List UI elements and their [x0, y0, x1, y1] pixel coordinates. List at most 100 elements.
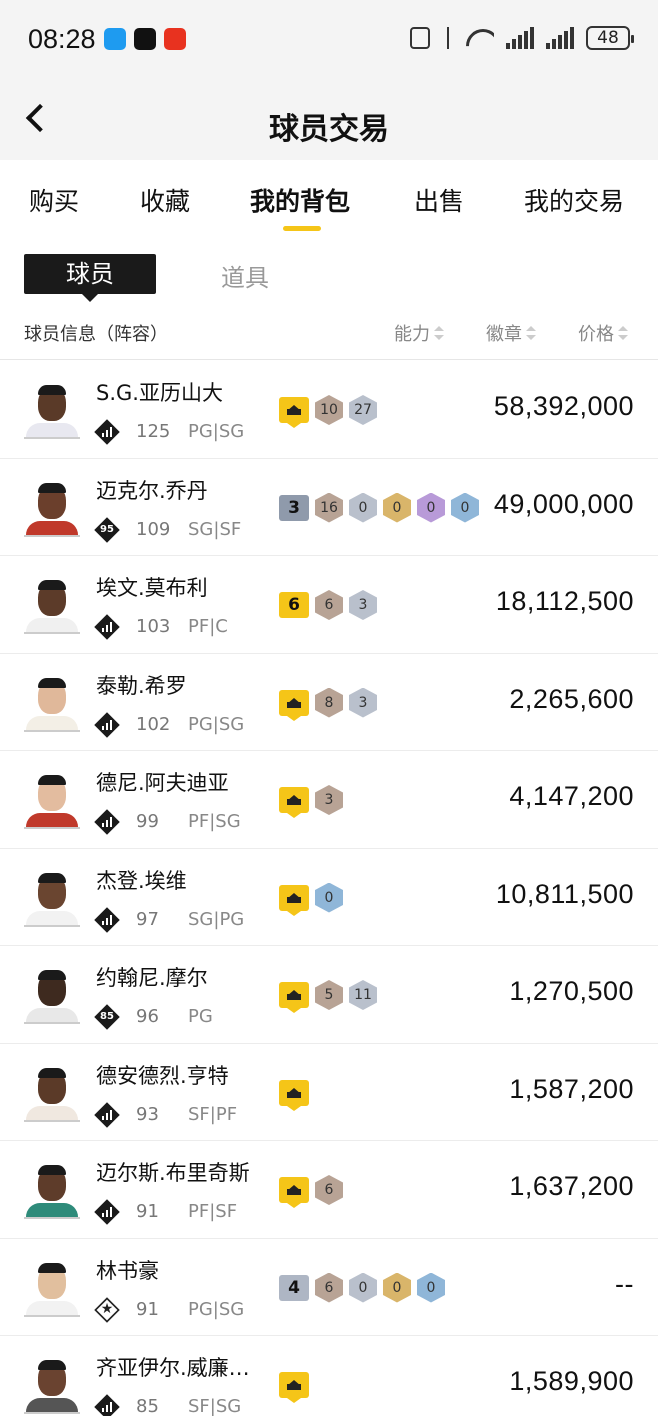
player-row[interactable]: 迈克尔.乔丹 95 109 SG|SF 3 16 0 0 0 0 49,000,000	[0, 459, 658, 556]
avatar	[24, 481, 80, 537]
news-app-icon	[164, 28, 186, 50]
sort-ability-button[interactable]: 能力	[394, 320, 444, 346]
player-name: 杰登.埃维	[96, 868, 187, 893]
player-row[interactable]: 迈尔斯.布里奇斯 91 PF|SF 6 1,637,200	[0, 1141, 658, 1239]
rank-bars-icon	[96, 421, 118, 443]
gold-badge-icon: 0	[383, 1272, 411, 1303]
player-position: PG|SG	[188, 421, 245, 442]
avatar	[24, 1163, 80, 1219]
player-row[interactable]: 德尼.阿夫迪亚 99 PF|SG 3 4,147,200	[0, 751, 658, 849]
signal-icon	[506, 27, 534, 49]
badge-group: 83	[279, 687, 377, 721]
rank-bars-icon	[96, 909, 118, 931]
tab-favorites[interactable]: 收藏	[140, 182, 190, 218]
player-price: 58,392,000	[493, 391, 634, 421]
bluetooth-icon	[442, 27, 454, 49]
rank-bars-icon	[96, 1201, 118, 1223]
sort-icon	[434, 326, 444, 340]
crown-icon	[287, 1380, 301, 1390]
crown-tier-icon	[279, 1372, 309, 1403]
avatar-base	[24, 729, 80, 732]
badge-group: 10 27	[279, 395, 377, 428]
blue-badge-icon: 0	[315, 882, 343, 913]
player-rating: 96	[136, 1006, 159, 1027]
status-bar: 08:28 48	[0, 0, 658, 80]
player-price: 1,589,900	[509, 1366, 634, 1396]
badge-group	[279, 1078, 309, 1111]
sort-icon	[618, 326, 628, 340]
crown-tier-icon	[279, 884, 309, 916]
crown-icon	[287, 892, 301, 903]
avatar-base	[24, 1412, 80, 1414]
avatar-hair	[38, 872, 66, 883]
column-ability: 能力	[394, 324, 430, 345]
bronze-badge-icon: 5	[315, 980, 343, 1010]
bronze-badge-icon: 16	[315, 492, 343, 523]
page-title: 球员交易	[269, 112, 389, 147]
bronze-badge-icon: 10	[315, 395, 343, 425]
silver-badge-icon: 3	[349, 687, 377, 718]
player-rating: 125	[136, 421, 171, 442]
purple-badge-icon: 0	[417, 492, 445, 523]
tier-badge: 6	[279, 592, 309, 618]
player-rating: 93	[136, 1103, 159, 1125]
avatar-hair	[38, 1067, 66, 1078]
player-row[interactable]: 德安德烈.亨特 93 SF|PF 1,587,200	[0, 1044, 658, 1141]
column-badges: 徽章	[486, 324, 522, 345]
avatar-base	[24, 924, 80, 927]
avatar-base	[24, 437, 80, 439]
rank-bars-icon	[96, 811, 118, 833]
subtab-items[interactable]: 道具	[221, 258, 269, 293]
player-list: S.G.亚历山大 125 PG|SG 10 27 58,392,000 迈克尔.乔…	[0, 361, 658, 1416]
player-name: 德尼.阿夫迪亚	[96, 771, 229, 795]
badge-group: 3	[279, 785, 343, 818]
rank-bars-icon	[96, 616, 118, 638]
player-row[interactable]: 林书豪 ★ 91 PG|SG 46000 --	[0, 1239, 658, 1336]
rank-bars-icon	[96, 714, 118, 736]
blue-badge-icon: 0	[417, 1272, 445, 1303]
avatar-hair	[38, 580, 66, 590]
player-price: 1,637,200	[509, 1171, 634, 1201]
avatar	[24, 676, 80, 732]
avatar	[24, 871, 80, 927]
tab-my-trades[interactable]: 我的交易	[524, 182, 624, 218]
column-price: 价格	[578, 324, 614, 345]
avatar-base	[24, 632, 80, 634]
gold-badge-icon: 0	[383, 492, 411, 523]
player-name: 泰勒.希罗	[96, 673, 187, 698]
battery-icon: 48	[586, 26, 634, 50]
subtab-players[interactable]: 球员	[24, 254, 156, 302]
sort-badges-button[interactable]: 徽章	[486, 320, 536, 346]
player-row[interactable]: 约翰尼.摩尔 85 96 PG 5 11 1,270,500	[0, 946, 658, 1044]
player-row[interactable]: 泰勒.希罗 102 PG|SG 83 2,265,600	[0, 654, 658, 751]
sort-price-button[interactable]: 价格	[578, 320, 628, 346]
player-rating: 109	[136, 518, 171, 540]
main-tabs: 购买 收藏 我的背包 出售 我的交易	[0, 160, 658, 240]
tiktok-icon	[134, 28, 156, 50]
tab-sell[interactable]: 出售	[414, 182, 464, 218]
player-price: 49,000,000	[493, 488, 634, 519]
avatar-hair	[38, 1360, 66, 1370]
player-price: 4,147,200	[509, 781, 634, 811]
column-header: 球员信息（阵容） 能力 徽章 价格	[0, 306, 658, 360]
tier-badge: 4	[279, 1274, 309, 1301]
player-row[interactable]: 杰登.埃维 97 SG|PG 0 10,811,500	[0, 849, 658, 946]
signal-icon	[546, 27, 574, 49]
player-row[interactable]: S.G.亚历山大 125 PG|SG 10 27 58,392,000	[0, 361, 658, 459]
rank-number: 85	[100, 1011, 114, 1022]
player-row[interactable]: 齐亚伊尔.威廉… 85 SF|SG 1,589,900	[0, 1336, 658, 1416]
wifi-icon	[466, 27, 494, 49]
tab-buy[interactable]: 购买	[29, 182, 79, 218]
badge-group	[279, 1370, 309, 1403]
tab-my-backpack[interactable]: 我的背包	[250, 182, 350, 218]
player-position: PF|SF	[188, 1201, 238, 1222]
player-position: SF|PF	[188, 1103, 238, 1125]
avatar	[24, 578, 80, 634]
player-price: --	[615, 1268, 634, 1299]
player-name: 德安德烈.亨特	[96, 1063, 229, 1088]
avatar-hair	[38, 482, 66, 493]
player-row[interactable]: 埃文.莫布利 103 PF|C 663 18,112,500	[0, 556, 658, 654]
nfc-icon	[410, 27, 430, 49]
avatar-hair	[38, 970, 66, 980]
sort-icon	[526, 326, 536, 340]
